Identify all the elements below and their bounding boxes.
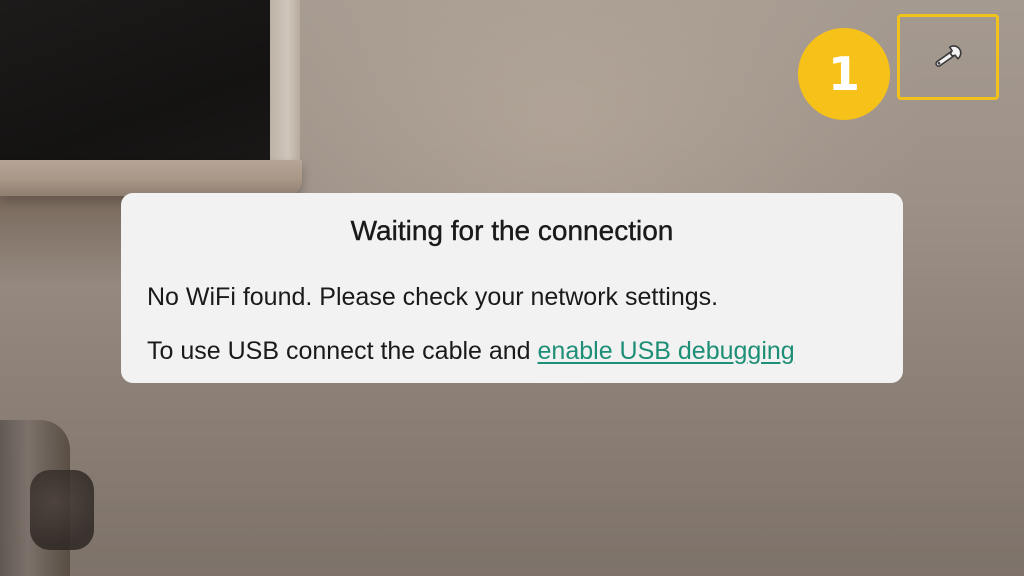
background-object-knob (30, 470, 94, 550)
camera-background: 1 Waiting for the connection No WiFi fou… (0, 0, 1024, 576)
wifi-message: No WiFi found. Please check your network… (147, 283, 719, 311)
step-number-badge: 1 (798, 28, 890, 120)
step-number: 1 (827, 47, 860, 101)
wrench-icon (935, 45, 962, 67)
enable-usb-debugging-link[interactable]: enable USB debugging (538, 337, 795, 365)
usb-message: To use USB connect the cable and enable … (147, 337, 795, 366)
settings-button[interactable] (897, 14, 999, 100)
connection-dialog: Waiting for the connection No WiFi found… (121, 193, 903, 383)
dialog-title: Waiting for the connection (350, 215, 674, 246)
background-tv-edge (270, 0, 300, 160)
background-tv (0, 0, 282, 178)
background-shelf (0, 160, 302, 196)
usb-message-text: To use USB connect the cable and (147, 337, 538, 365)
